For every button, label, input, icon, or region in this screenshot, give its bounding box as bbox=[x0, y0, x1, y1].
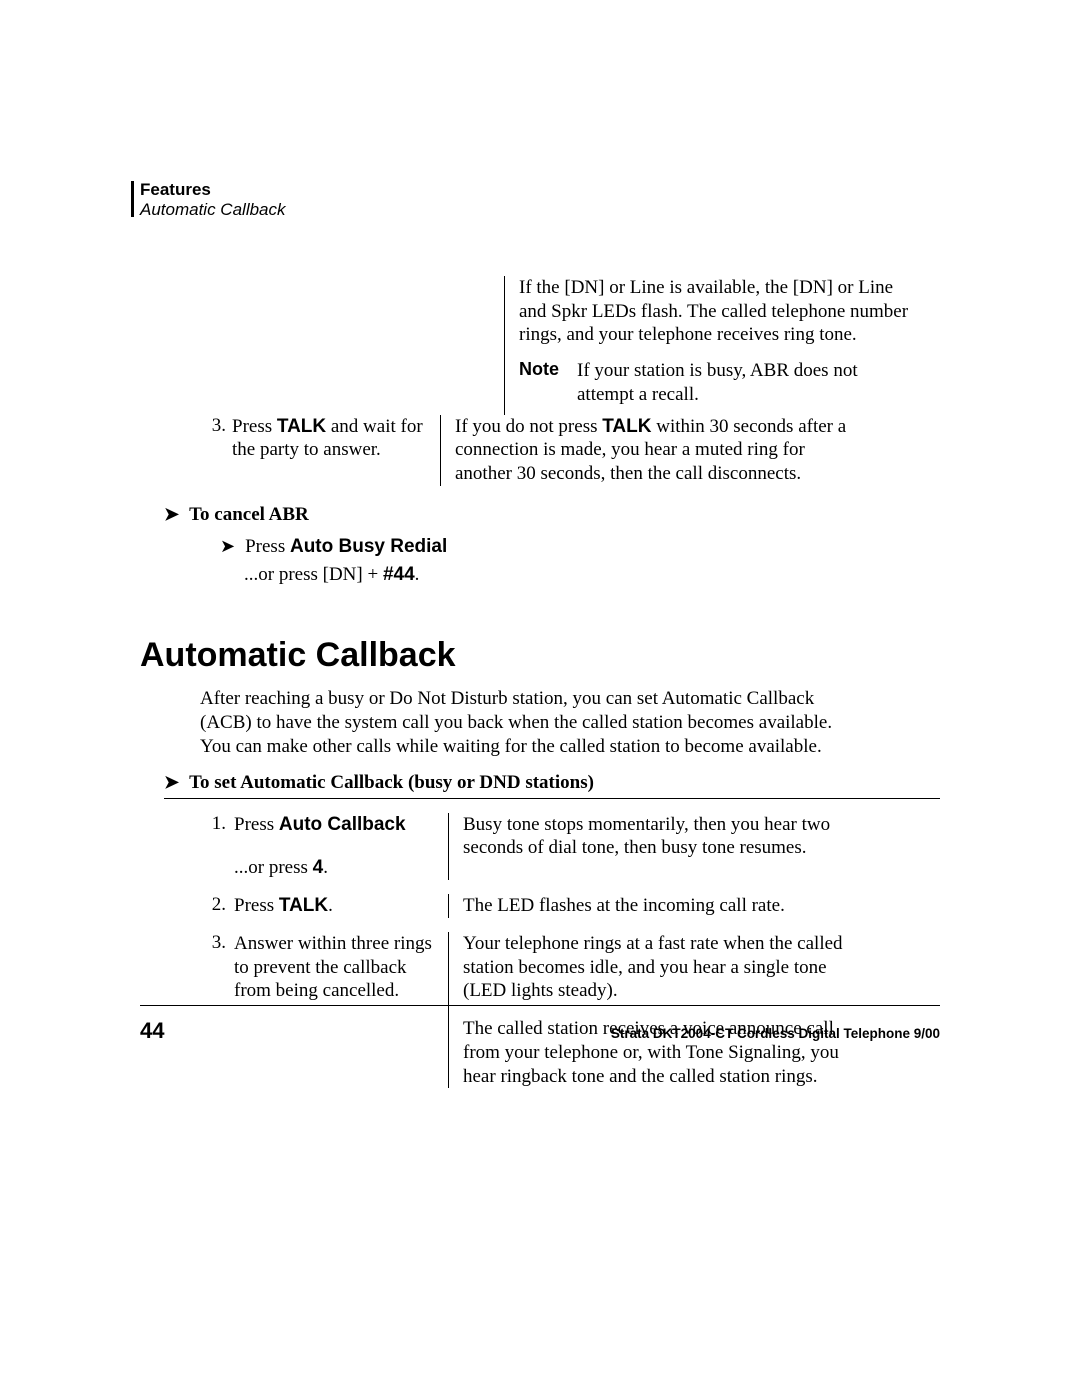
step1-left-bold: Auto Callback bbox=[279, 814, 406, 835]
step2-right: The LED flashes at the incoming call rat… bbox=[463, 894, 858, 918]
step-left: Answer within three rings to prevent the… bbox=[234, 932, 448, 1089]
step-right: The LED flashes at the incoming call rat… bbox=[448, 894, 858, 918]
set-acb-heading-text: To set Automatic Callback (busy or DND s… bbox=[189, 772, 594, 794]
cancel-abr-press-pre: Press bbox=[245, 536, 290, 557]
step-num: 2. bbox=[200, 894, 234, 918]
cancel-abr-heading-text: To cancel ABR bbox=[189, 504, 309, 526]
abr-step3-left: Press TALK and wait for the party to ans… bbox=[232, 415, 440, 486]
set-acb-rule bbox=[164, 798, 940, 799]
running-header: Features Automatic Callback bbox=[140, 180, 940, 221]
table-row: 3. Answer within three rings to prevent … bbox=[200, 928, 940, 1099]
set-acb-steps: 1. Press Auto Callback ...or press 4. Bu… bbox=[200, 809, 940, 1099]
cancel-abr-substep: ➤ Press Auto Busy Redial bbox=[220, 536, 940, 558]
cancel-abr-or-pre: ...or press [DN] + bbox=[244, 564, 383, 585]
cancel-abr-or-post: . bbox=[415, 564, 420, 585]
abr-note-row: Note If your station is busy, ABR does n… bbox=[519, 359, 914, 407]
table-row: 1. Press Auto Callback ...or press 4. Bu… bbox=[200, 809, 940, 891]
page-footer: 44 Strata DKT2004-CT Cordless Digital Te… bbox=[140, 1018, 940, 1044]
step-left: Press TALK. bbox=[234, 894, 448, 918]
step2-left-post: . bbox=[328, 895, 333, 916]
cancel-abr-or-bold: #44 bbox=[383, 564, 415, 585]
step-left: Press Auto Callback ...or press 4. bbox=[234, 813, 448, 881]
arrow-icon: ➤ bbox=[220, 536, 235, 557]
abr-right-intro: If the [DN] or Line is available, the [D… bbox=[519, 276, 914, 347]
abr-step3-left-bold: TALK bbox=[277, 416, 326, 437]
page-body: Features Automatic Callback If the [DN] … bbox=[0, 0, 1080, 1098]
step-right: Busy tone stops momentarily, then you he… bbox=[448, 813, 858, 881]
step1-extra-post: . bbox=[323, 857, 328, 878]
cancel-abr-press-bold: Auto Busy Redial bbox=[290, 536, 447, 557]
cancel-abr-heading: ➤ To cancel ABR bbox=[164, 504, 940, 526]
note-text: If your station is busy, ABR does not at… bbox=[577, 359, 914, 407]
abr-col-left-empty bbox=[200, 276, 504, 415]
set-acb-heading: ➤ To set Automatic Callback (busy or DND… bbox=[164, 772, 940, 794]
abr-step3-row: 3. Press TALK and wait for the party to … bbox=[200, 415, 940, 486]
table-row: 2. Press TALK. The LED flashes at the in… bbox=[200, 890, 940, 928]
step1-right: Busy tone stops momentarily, then you he… bbox=[463, 813, 858, 861]
footer-text: Strata DKT2004-CT Cordless Digital Telep… bbox=[611, 1026, 940, 1041]
footer-rule bbox=[140, 1005, 940, 1006]
abr-continued-block: If the [DN] or Line is available, the [D… bbox=[200, 276, 940, 415]
cancel-abr-orline: ...or press [DN] + #44. bbox=[244, 564, 940, 586]
header-topic: Automatic Callback bbox=[140, 200, 940, 220]
abr-step3-right-bold: TALK bbox=[602, 416, 651, 437]
arrow-icon: ➤ bbox=[164, 504, 179, 525]
note-label: Note bbox=[519, 359, 577, 407]
page-number: 44 bbox=[140, 1018, 164, 1044]
step3-left-post: Answer within three rings to prevent the… bbox=[234, 933, 432, 1002]
header-chapter: Features bbox=[140, 180, 940, 200]
step-right: Your telephone rings at a fast rate when… bbox=[448, 932, 858, 1089]
step-num: 3. bbox=[200, 932, 234, 1089]
section-body: After reaching a busy or Do Not Disturb … bbox=[200, 687, 840, 760]
step1-extra-pre: ...or press bbox=[234, 857, 313, 878]
abr-col-right: If the [DN] or Line is available, the [D… bbox=[504, 276, 914, 415]
arrow-icon: ➤ bbox=[164, 772, 179, 793]
step2-left-bold: TALK bbox=[279, 895, 328, 916]
header-accent-bar bbox=[131, 181, 134, 217]
abr-step3-right: If you do not press TALK within 30 secon… bbox=[440, 415, 850, 486]
abr-step3-right-pre: If you do not press bbox=[455, 416, 602, 437]
step-num: 1. bbox=[200, 813, 234, 881]
step1-extra-bold: 4 bbox=[313, 857, 324, 878]
abr-step3-num: 3. bbox=[200, 415, 232, 486]
section-title: Automatic Callback bbox=[140, 636, 940, 675]
step3-right: Your telephone rings at a fast rate when… bbox=[463, 932, 858, 1003]
step1-left-pre: Press bbox=[234, 814, 279, 835]
step2-left-pre: Press bbox=[234, 895, 279, 916]
abr-step3-left-pre: Press bbox=[232, 416, 277, 437]
cancel-abr-press: Press Auto Busy Redial bbox=[245, 536, 447, 558]
